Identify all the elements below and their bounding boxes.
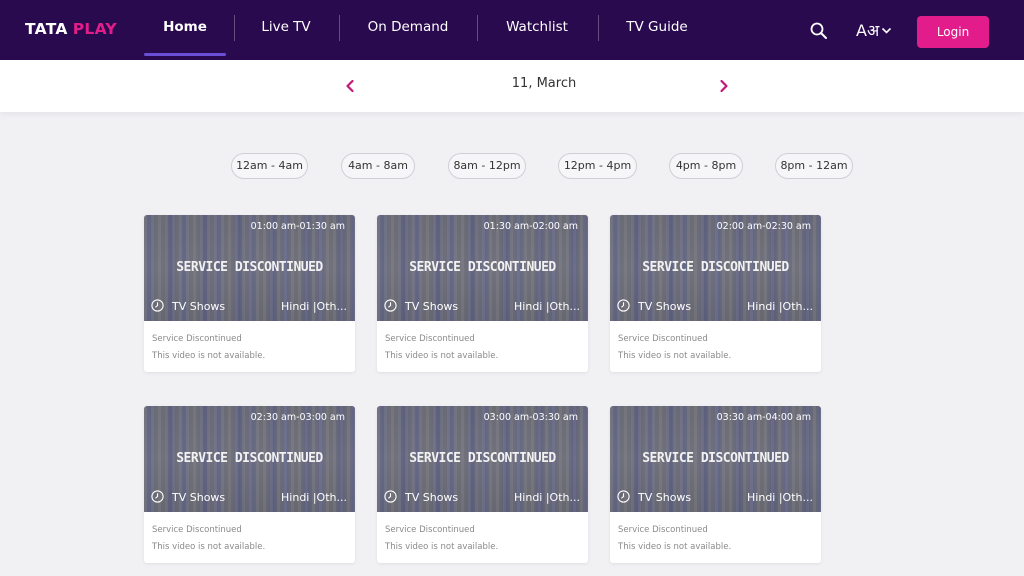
program-card[interactable]: 03:00 am-03:30 am SERVICE DISCONTINUED T… [377,406,588,563]
program-card[interactable]: 01:00 am-01:30 am SERVICE DISCONTINUED T… [144,215,355,372]
program-title: Service Discontinued [152,525,242,535]
clock-icon [384,490,397,503]
program-time: 02:30 am-03:00 am [250,412,345,423]
program-language: Hindi |Oth... [514,491,580,504]
clock-icon [617,299,630,312]
time-slot-4pm-8pm[interactable]: 4pm - 8pm [669,153,743,179]
time-slot-8pm-12am[interactable]: 8pm - 12am [775,153,853,179]
program-card[interactable]: 02:30 am-03:00 am SERVICE DISCONTINUED T… [144,406,355,563]
login-button[interactable]: Login [917,16,989,48]
program-time: 01:00 am-01:30 am [250,221,345,232]
chevron-right-icon[interactable] [716,78,732,94]
nav-divider [598,15,599,41]
thumbnail-overlay-text: SERVICE DISCONTINUED [176,260,323,275]
program-thumbnail: 02:30 am-03:00 am SERVICE DISCONTINUED T… [144,406,355,512]
program-language: Hindi |Oth... [281,491,347,504]
program-language: Hindi |Oth... [514,300,580,313]
nav-item-tv-guide[interactable]: TV Guide [612,0,702,60]
program-description: This video is not available. [385,542,499,552]
chevron-down-icon [882,27,892,34]
program-time: 03:30 am-04:00 am [716,412,811,423]
program-language: Hindi |Oth... [281,300,347,313]
program-thumbnail: 03:30 am-04:00 am SERVICE DISCONTINUED T… [610,406,821,512]
program-description: This video is not available. [618,542,732,552]
program-card[interactable]: 01:30 am-02:00 am SERVICE DISCONTINUED T… [377,215,588,372]
thumbnail-overlay-text: SERVICE DISCONTINUED [409,451,556,466]
program-thumbnail: 01:30 am-02:00 am SERVICE DISCONTINUED T… [377,215,588,321]
tata-play-logo[interactable]: TATA PLAY [25,19,117,39]
thumbnail-overlay-text: SERVICE DISCONTINUED [642,451,789,466]
program-time: 02:00 am-02:30 am [716,221,811,232]
program-language: Hindi |Oth... [747,491,813,504]
thumbnail-overlay-text: SERVICE DISCONTINUED [642,260,789,275]
program-title: Service Discontinued [618,334,708,344]
program-title: Service Discontinued [385,334,475,344]
top-navigation-bar: TATA PLAY Home Live TV On Demand Watchli… [0,0,1024,60]
clock-icon [151,490,164,503]
program-description: This video is not available. [152,542,266,552]
program-time: 01:30 am-02:00 am [483,221,578,232]
nav-divider [477,15,478,41]
program-description: This video is not available. [152,351,266,361]
nav-item-on-demand[interactable]: On Demand [352,0,464,60]
time-slot-8am-12pm[interactable]: 8am - 12pm [448,153,526,179]
nav-item-home[interactable]: Home [144,0,226,60]
clock-icon [151,299,164,312]
logo-word-tata: TATA [25,20,68,38]
program-genre: TV Shows [638,300,692,313]
program-genre: TV Shows [405,491,459,504]
program-title: Service Discontinued [618,525,708,535]
clock-icon [617,490,630,503]
language-selector[interactable]: Aअ [856,18,892,42]
active-tab-indicator [144,53,226,56]
program-thumbnail: 01:00 am-01:30 am SERVICE DISCONTINUED T… [144,215,355,321]
program-card[interactable]: 03:30 am-04:00 am SERVICE DISCONTINUED T… [610,406,821,563]
program-genre: TV Shows [405,300,459,313]
program-language: Hindi |Oth... [747,300,813,313]
time-slot-12pm-4pm[interactable]: 12pm - 4pm [558,153,637,179]
nav-divider [234,15,235,41]
program-thumbnail: 03:00 am-03:30 am SERVICE DISCONTINUED T… [377,406,588,512]
program-time: 03:00 am-03:30 am [483,412,578,423]
chevron-left-icon[interactable] [342,78,358,94]
program-title: Service Discontinued [152,334,242,344]
nav-divider [339,15,340,41]
date-navigator: 11, March [0,60,1024,112]
program-card[interactable]: 02:00 am-02:30 am SERVICE DISCONTINUED T… [610,215,821,372]
language-label: Aअ [856,21,880,40]
time-slot-4am-8am[interactable]: 4am - 8am [341,153,415,179]
program-description: This video is not available. [385,351,499,361]
clock-icon [384,299,397,312]
thumbnail-overlay-text: SERVICE DISCONTINUED [176,451,323,466]
search-icon[interactable] [808,20,830,42]
program-thumbnail: 02:00 am-02:30 am SERVICE DISCONTINUED T… [610,215,821,321]
nav-item-live-tv[interactable]: Live TV [246,0,326,60]
logo-word-play: PLAY [72,20,117,38]
program-genre: TV Shows [172,491,226,504]
program-genre: TV Shows [172,300,226,313]
program-title: Service Discontinued [385,525,475,535]
program-genre: TV Shows [638,491,692,504]
nav-item-watchlist[interactable]: Watchlist [490,0,584,60]
current-date: 11, March [511,76,577,91]
thumbnail-overlay-text: SERVICE DISCONTINUED [409,260,556,275]
time-slot-12am-4am[interactable]: 12am - 4am [231,153,308,179]
program-description: This video is not available. [618,351,732,361]
